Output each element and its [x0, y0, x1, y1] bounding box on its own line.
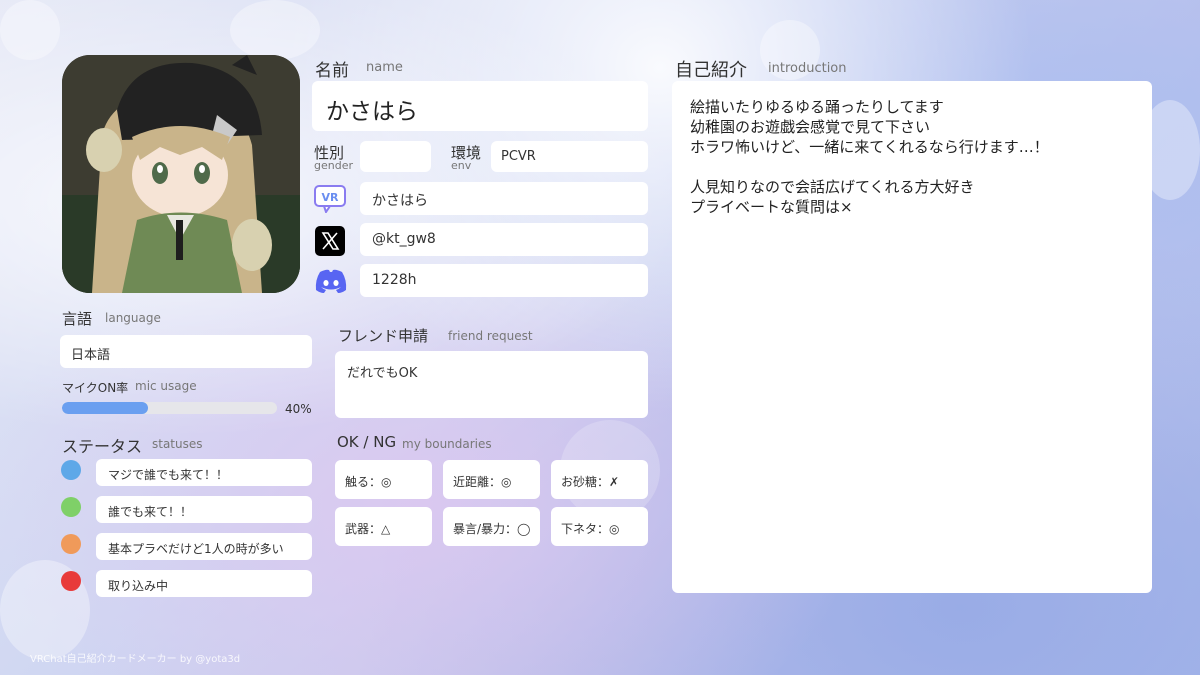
boundary-item: 近距離：◎ — [443, 460, 540, 499]
name-field: かさはら — [312, 81, 648, 131]
introduction-line — [690, 157, 1134, 177]
status-dot-red — [61, 571, 81, 591]
status-text: 基本プラベだけど1人の時が多い — [108, 542, 284, 556]
status-text: マジで誰でも来て！！ — [108, 468, 229, 482]
statuses-label-en: statuses — [152, 437, 203, 451]
friend-request-field: だれでもOK — [335, 351, 648, 418]
x-logo-icon — [315, 226, 345, 256]
boundary-item: 触る：◎ — [335, 460, 432, 499]
status-item: 誰でも来て！！ — [96, 496, 312, 523]
introduction-line: 絵描いたりゆるゆる踊ったりしてます — [690, 98, 944, 116]
boundary-text: 近距離：◎ — [453, 475, 512, 489]
env-field: PCVR — [491, 141, 648, 172]
vrchat-value: かさはら — [372, 193, 428, 209]
env-label-en: env — [451, 159, 472, 172]
status-text: 取り込み中 — [108, 579, 169, 593]
name-value: かさはら — [326, 99, 418, 125]
introduction-line: プライベートな質問は× — [690, 198, 853, 216]
statuses-label: ステータス — [62, 437, 143, 456]
boundary-text: 暴言/暴力：◯ — [453, 522, 531, 536]
introduction-line: 人見知りなので会話広げてくれる方大好き — [690, 178, 975, 196]
language-value: 日本語 — [71, 348, 111, 363]
gender-label-en: gender — [314, 159, 353, 172]
friend-request-label: フレンド申請 — [338, 327, 429, 345]
mic-label: マイクON率 — [62, 381, 129, 395]
status-item: 取り込み中 — [96, 570, 312, 597]
vrchat-icon: VR — [314, 185, 346, 215]
boundary-text: 触る：◎ — [345, 475, 392, 489]
name-label-en: name — [366, 60, 403, 75]
discord-field: 1228h — [360, 264, 648, 297]
discord-value: 1228h — [372, 272, 417, 288]
avatar-illustration — [62, 55, 300, 293]
introduction-line: 幼稚園のお遊戯会感覚で見て下さい — [690, 118, 931, 136]
boundary-text: お砂糖：✗ — [561, 475, 620, 489]
boundaries-label-en: my boundaries — [402, 437, 492, 451]
x-value: @kt_gw8 — [372, 231, 436, 247]
env-value: PCVR — [501, 149, 536, 164]
status-dot-orange — [61, 534, 81, 554]
language-field: 日本語 — [60, 335, 312, 368]
status-item: マジで誰でも来て！！ — [96, 459, 312, 486]
status-text: 誰でも来て！！ — [108, 505, 193, 519]
introduction-line: ホラワ怖いけど、一緒に来てくれるなら行けます…！ — [690, 138, 1049, 156]
boundary-item: 武器：△ — [335, 507, 432, 546]
boundary-item: 下ネタ：◎ — [551, 507, 648, 546]
boundary-text: 下ネタ：◎ — [561, 522, 620, 536]
discord-icon — [314, 268, 348, 294]
introduction-field: 絵描いたりゆるゆる踊ったりしてます 幼稚園のお遊戯会感覚で見て下さい ホラワ怖い… — [672, 81, 1152, 593]
bokeh — [0, 0, 60, 60]
boundary-item: 暴言/暴力：◯ — [443, 507, 540, 546]
friend-request-value: だれでもOK — [347, 366, 418, 381]
mic-usage-bar-fill — [62, 402, 148, 414]
introduction-label-en: introduction — [768, 61, 847, 76]
x-field: @kt_gw8 — [360, 223, 648, 256]
status-item: 基本プラベだけど1人の時が多い — [96, 533, 312, 560]
name-label: 名前 — [315, 61, 349, 81]
boundaries-label: OK / NG — [337, 433, 397, 451]
language-label: 言語 — [62, 310, 93, 328]
friend-request-label-en: friend request — [448, 329, 533, 343]
introduction-label: 自己紹介 — [675, 60, 747, 81]
status-dot-blue — [61, 460, 81, 480]
svg-text:VR: VR — [322, 191, 340, 204]
mic-label-en: mic usage — [135, 379, 197, 393]
vrchat-field: かさはら — [360, 182, 648, 215]
boundary-text: 武器：△ — [345, 522, 391, 536]
mic-percent: 40% — [285, 402, 312, 416]
status-dot-green — [61, 497, 81, 517]
mic-usage-bar — [62, 402, 277, 414]
language-label-en: language — [105, 311, 161, 325]
avatar — [62, 55, 300, 293]
boundary-item: お砂糖：✗ — [551, 460, 648, 499]
gender-field — [360, 141, 431, 172]
bokeh — [230, 0, 320, 60]
footer-credit: VRChat自己紹介カードメーカー by @yota3d — [30, 654, 241, 665]
